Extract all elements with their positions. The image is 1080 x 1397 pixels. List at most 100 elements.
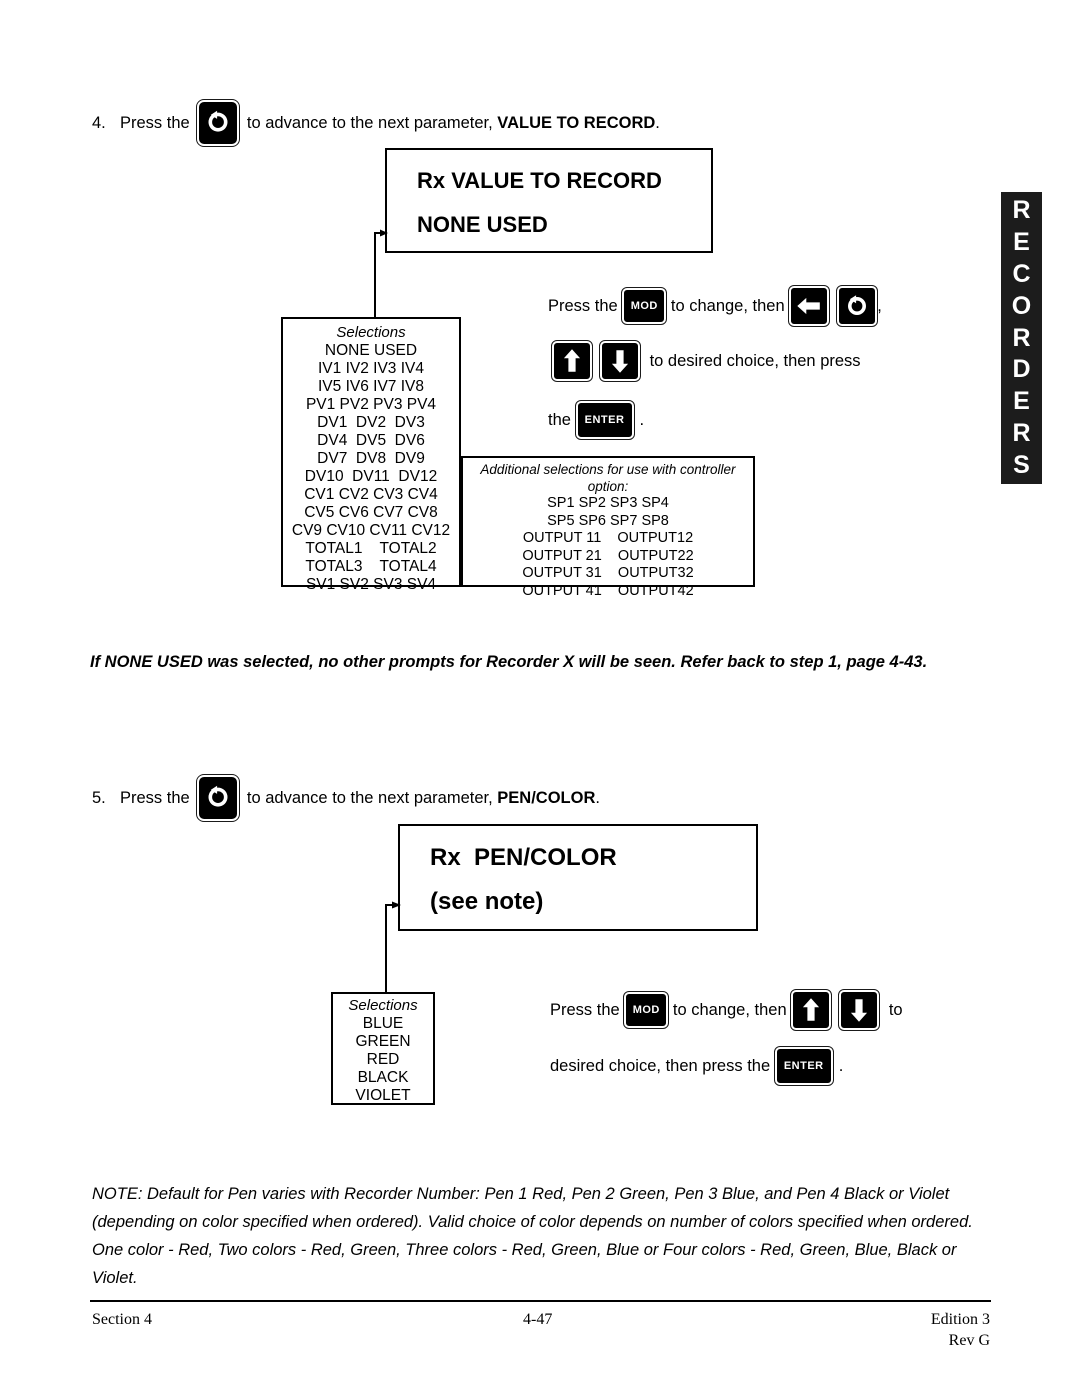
selection-item: CV9 CV10 CV11 CV12 [291,522,451,539]
loop-arrow-icon [848,295,867,315]
side-tab-letter: O [1011,291,1032,320]
mod-key[interactable]: MOD [623,991,670,1029]
selection-item: PV1 PV2 PV3 PV4 [305,396,437,413]
enter-key-label: ENTER [783,1060,824,1072]
selection-item: TOTAL3 TOTAL4 [305,558,437,575]
footer-section: Section 4 [92,1311,152,1328]
instr2-text-1: Press the [550,1000,625,1019]
side-tab-letter: R [1012,196,1031,224]
selections-1-title: Selections [336,324,406,341]
instr1-text-5: the [548,410,576,429]
note-pen-defaults: NOTE: Default for Pen varies with Record… [92,1185,973,1287]
selections-box-pen-color: Selections BLUE GREEN RED BLACK VIOLET [331,992,435,1105]
selection-item: SP5 SP6 SP7 SP8 [547,512,669,529]
note-none-used: If NONE USED was selected, no other prom… [90,653,928,671]
selection-item: DV10 DV11 DV12 [304,468,438,485]
selections-extra-title: Additional selections for use with contr… [480,462,736,494]
selections-extra-rows: SP1 SP2 SP3 SP4 SP5 SP6 SP7 SP8 OUTPUT 1… [463,495,753,600]
lcd-2-line-1: Rx PEN/COLOR [430,844,617,871]
left-arrow-key[interactable] [788,285,831,327]
connector-selections-to-display-2 [383,900,401,1005]
enter-key[interactable]: ENTER [574,400,635,440]
step-4-text-after: . [655,113,660,132]
left-arrow-icon [797,297,821,315]
instruction-row-2: to desired choice, then press [551,335,882,387]
selection-item: OUTPUT 11 OUTPUT12 [522,530,694,546]
down-arrow-icon [611,350,629,373]
down-arrow-icon [851,999,868,1022]
side-tab-letter: E [1013,387,1030,416]
step-4-text-before: Press the [120,113,195,132]
selections-1-rows: NONE USED IV1 IV2 IV3 IV4 IV5 IV6 IV7 IV… [283,342,459,594]
step-4-number: 4. [92,113,106,132]
instr2-text-3: to [884,1000,903,1019]
lcd-display-pen-color: Rx PEN/COLOR (see note) [398,824,758,931]
footer-edition: Edition 3 [930,1311,990,1328]
side-tab-recorders: R E C O R D E R S [1001,192,1042,484]
instr1-text-4: to desired choice, then press [645,351,861,370]
enter-key[interactable]: ENTER [773,1046,834,1086]
loop-arrow-icon [208,785,228,807]
selection-item: VIOLET [355,1087,411,1104]
instr1-text-2: to change, then [666,296,790,315]
lcd-1-line-2: NONE USED [417,212,548,237]
step-4-text-middle: to advance to the next parameter, [242,113,498,132]
mod-key[interactable]: MOD [621,287,668,325]
selection-item: OUTPUT 41 OUTPUT42 [522,582,694,599]
enter-key-label: ENTER [584,414,625,426]
selection-item: BLUE [362,1015,404,1032]
selection-item: DV4 DV5 DV6 [317,432,425,449]
instr2-text-2: to change, then [668,1000,792,1019]
mod-key-label: MOD [630,300,658,312]
lcd-2-line-2: (see note) [430,888,544,915]
step-5-text-after: . [595,788,600,807]
step-5-text-before: Press the [120,788,195,807]
footer-revision: Rev G [948,1332,990,1349]
side-tab-letter: R [1012,419,1031,448]
up-arrow-key[interactable] [790,989,833,1031]
step-5-text-middle: to advance to the next parameter, [242,788,498,807]
display-loop-key[interactable] [196,774,241,822]
selections-2-title: Selections [348,997,418,1014]
instruction-row-1: Press the MOD to change, then , [548,285,882,327]
selection-item: GREEN [355,1033,411,1050]
instruction-row-1: Press the MOD to change, then to [550,988,903,1032]
selection-item: CV1 CV2 CV3 CV4 [304,486,438,503]
selection-item: IV5 IV6 IV7 IV8 [318,378,424,395]
side-tab-letter: R [1012,323,1031,352]
side-tab-letter: D [1012,355,1031,384]
instr1-text-6: . [639,410,645,429]
selection-item: SV1 SV2 SV3 SV4 [305,576,437,593]
display-loop-key[interactable] [836,285,879,327]
lcd-1-line-1: Rx VALUE TO RECORD [417,168,662,193]
instr2-text-4: desired choice, then press the [550,1056,775,1075]
connector-selections-to-display-1 [372,228,388,320]
instructions-value-to-record: Press the MOD to change, then , to desir… [548,285,882,443]
selection-item: CV5 CV6 CV7 CV8 [304,504,438,521]
down-arrow-key[interactable] [599,340,641,382]
selection-item: BLACK [357,1069,409,1086]
step-5-parameter: PEN/COLOR [497,788,596,807]
selection-item: NONE USED [324,342,418,359]
step-5-line: 5. Press the to advance to the next para… [92,774,600,822]
side-tab-letter: E [1013,227,1030,256]
up-arrow-icon [563,349,581,372]
selection-item: OUTPUT 31 OUTPUT32 [522,565,694,581]
loop-arrow-icon [208,110,228,132]
selection-item: TOTAL1 TOTAL2 [305,540,437,557]
step-5-number: 5. [92,788,106,807]
display-loop-key[interactable] [196,99,241,147]
mod-key-label: MOD [632,1004,660,1016]
selections-box-controller-option: Additional selections for use with contr… [461,456,755,599]
up-arrow-key[interactable] [551,340,593,382]
selections-2-rows: BLUE GREEN RED BLACK VIOLET [333,1015,433,1105]
instr1-text-1: Press the [548,296,623,315]
step-4-parameter: VALUE TO RECORD [497,113,656,132]
instruction-row-3: the ENTER . [548,397,882,443]
up-arrow-icon [803,998,820,1021]
down-arrow-key[interactable] [838,989,881,1031]
instruction-row-2: desired choice, then press the ENTER . [550,1044,903,1088]
instr1-text-3: , [877,296,882,315]
selection-item: DV7 DV8 DV9 [317,450,425,467]
selection-item: IV1 IV2 IV3 IV4 [318,360,424,377]
